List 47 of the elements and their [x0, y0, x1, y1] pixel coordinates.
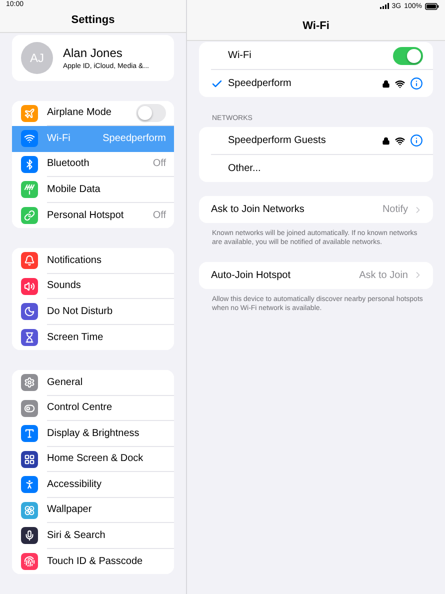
item-value: Off [152, 158, 166, 170]
wifi-icon [395, 136, 405, 146]
option-label: Ask to Join Networks [211, 204, 306, 215]
item-label: Sounds [47, 280, 82, 292]
network-name: Speedperform Guests [228, 135, 327, 146]
item-label: Airplane Mode [47, 107, 112, 118]
lock-icon [382, 136, 390, 144]
item-label: Control Centre [47, 402, 114, 414]
item-label: Home Screen & Dock [47, 453, 144, 464]
item-label: Display & Brightness [47, 428, 140, 439]
item-label: Mobile Data [47, 184, 102, 195]
item-label: Do Not Disturb [47, 306, 114, 317]
item-label: Accessibility [47, 478, 102, 490]
battery-icon [425, 2, 439, 10]
lock-icon [382, 80, 390, 88]
wifi-label: Wi-Fi [228, 50, 252, 61]
network-item[interactable]: Speedperform Guests [211, 127, 433, 155]
info-icon[interactable] [410, 134, 423, 147]
item-label: Notifications [47, 254, 102, 266]
item-label: Screen Time [47, 332, 104, 343]
sidebar-title: Settings [71, 14, 115, 26]
page-title: Wi-Fi [302, 20, 330, 32]
network-item[interactable]: Speedperform [211, 70, 433, 97]
item-value: Speedperform [102, 133, 166, 144]
option-value: Notify [382, 204, 408, 215]
toggle-switch[interactable] [393, 46, 423, 64]
profile-name: Alan Jones [63, 46, 124, 60]
option-row[interactable]: Auto-Join Hotspot Ask to Join [199, 262, 433, 289]
item-label: Siri & Search [47, 530, 106, 541]
item-label: Wallpaper [47, 504, 93, 516]
option-value: Ask to Join [359, 270, 408, 281]
other-network[interactable]: Other... [228, 163, 423, 174]
item-label: Wi-Fi [47, 133, 72, 144]
item-label: Personal Hotspot [47, 210, 125, 221]
avatar: AJ [21, 42, 53, 74]
item-label: General [47, 376, 84, 388]
signal-icon [380, 3, 389, 9]
network-name: Speedperform [228, 78, 292, 89]
settings-item[interactable]: Bluetooth Off [12, 152, 174, 177]
option-label: Auto-Join Hotspot [211, 270, 292, 281]
wifi-icon [395, 78, 405, 88]
toggle-switch[interactable] [136, 104, 166, 122]
item-value: Off [152, 210, 166, 221]
item-label: Bluetooth [47, 158, 90, 170]
option-row[interactable]: Ask to Join Networks Notify [199, 196, 433, 223]
item-label: Touch ID & Passcode [47, 556, 144, 567]
info-icon[interactable] [410, 77, 423, 90]
